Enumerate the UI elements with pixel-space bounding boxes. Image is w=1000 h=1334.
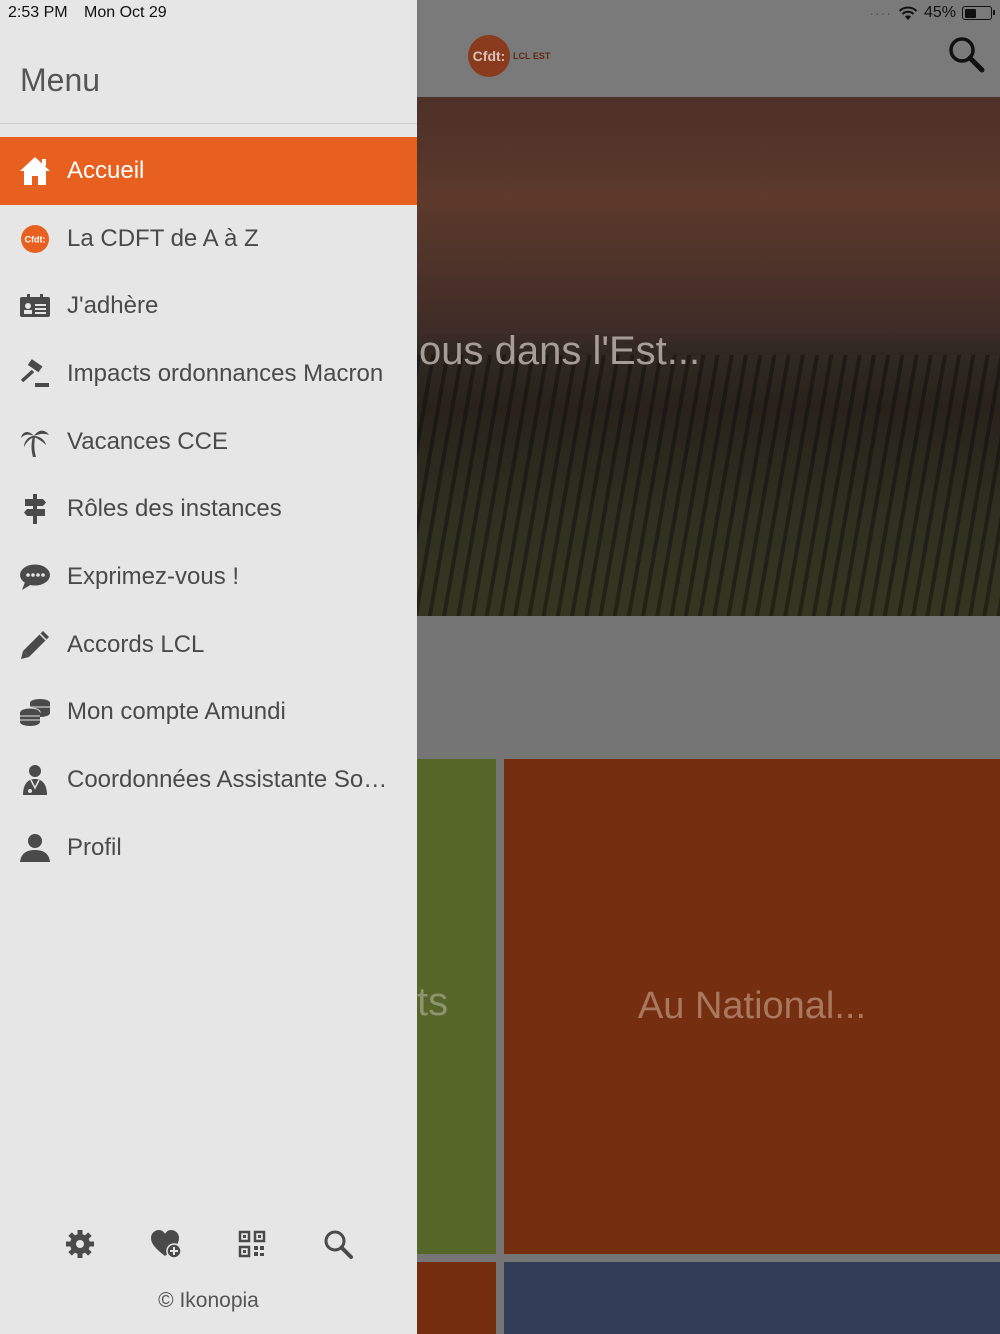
menu-item-roles-instances[interactable]: Rôles des instances [0, 475, 417, 543]
side-drawer: Menu Accueil Cfdt: La CDFT de A à Z J'ad… [0, 0, 417, 1334]
divider [0, 123, 417, 124]
menu-item-label: Rôles des instances [67, 495, 282, 523]
menu-item-adhere[interactable]: J'adhère [0, 272, 417, 340]
menu-item-label: Accueil [67, 156, 145, 184]
drawer-toolbar [0, 1228, 417, 1264]
tile-blue-bottom[interactable] [504, 1262, 1000, 1334]
menu-item-label: Profil [67, 833, 122, 861]
coins-icon [18, 695, 52, 729]
menu-item-exprimez-vous[interactable]: Exprimez-vous ! [0, 543, 417, 611]
hero-title: ous dans l'Est... [419, 329, 701, 373]
menu-item-accueil[interactable]: Accueil [0, 137, 417, 205]
header-search-icon[interactable] [946, 34, 986, 74]
menu-item-profil[interactable]: Profil [0, 814, 417, 882]
menu-item-label: Exprimez-vous ! [67, 562, 240, 590]
menu-item-label: La CDFT de A à Z [67, 224, 259, 252]
favorite-add-icon[interactable] [150, 1228, 182, 1260]
menu-item-label: Mon compte Amundi [67, 698, 286, 726]
hero-banner[interactable]: ous dans l'Est... [417, 97, 1000, 616]
menu-item-impacts-macron[interactable]: Impacts ordonnances Macron [0, 340, 417, 408]
person-icon [18, 763, 52, 797]
status-bar: 2:53 PM Mon Oct 29 ···· 45% [0, 0, 1000, 28]
menu-item-cdft-a-z[interactable]: Cfdt: La CDFT de A à Z [0, 205, 417, 273]
tile-national[interactable]: Au National... [504, 759, 1000, 1254]
cfdt-logo-icon: Cfdt: [18, 222, 52, 256]
gavel-icon [18, 357, 52, 391]
id-card-icon [18, 289, 52, 323]
menu-item-label: Impacts ordonnances Macron [67, 359, 384, 387]
app-content[interactable]: Cfdt: LCL EST ous dans l'Est... ts Au Na… [417, 0, 1000, 1334]
pencil-icon [18, 628, 52, 662]
logo-circle: Cfdt: [468, 35, 510, 77]
tile-green-label: ts [417, 980, 449, 1024]
menu-item-compte-amundi[interactable]: Mon compte Amundi [0, 679, 417, 747]
menu-item-label: Accords LCL [67, 630, 205, 658]
chat-bubble-icon [18, 560, 52, 594]
copyright: © Ikonopia [158, 1289, 259, 1312]
svg-text:Cfdt:: Cfdt: [25, 234, 46, 244]
user-icon [18, 831, 52, 865]
battery-icon [962, 6, 995, 20]
settings-icon[interactable] [64, 1228, 96, 1260]
logo-subtitle: LCL EST [513, 51, 551, 61]
menu-title: Menu [20, 62, 101, 98]
menu-item-accords-lcl[interactable]: Accords LCL [0, 611, 417, 679]
battery-percent: 45% [923, 4, 956, 21]
home-icon [18, 154, 52, 188]
menu-item-assistante-sociale[interactable]: Coordonnées Assistante Sociale [0, 746, 417, 814]
vineyard-image [417, 355, 1000, 616]
menu-item-label: Vacances CCE [67, 427, 228, 455]
tile-orange-bottom[interactable] [417, 1262, 496, 1334]
menu-item-label: Coordonnées Assistante Sociale [67, 766, 399, 794]
cfdt-logo: Cfdt: LCL EST [468, 35, 550, 77]
menu-list: Accueil Cfdt: La CDFT de A à Z J'adhère … [0, 137, 417, 882]
search-icon[interactable] [322, 1228, 354, 1260]
qr-code-icon[interactable] [236, 1228, 268, 1260]
tile-national-label: Au National... [637, 985, 867, 1027]
signpost-icon [18, 492, 52, 526]
status-date: Mon Oct 29 [84, 4, 167, 21]
palm-tree-icon [18, 425, 52, 459]
signal-dots-icon: ···· [869, 5, 892, 21]
battery-level [964, 8, 976, 18]
menu-item-vacances-cce[interactable]: Vacances CCE [0, 408, 417, 476]
status-time: 2:53 PM [8, 4, 68, 21]
menu-item-label: J'adhère [67, 292, 159, 320]
status-indicators: ···· 45% [869, 4, 995, 22]
wifi-icon [898, 6, 918, 20]
